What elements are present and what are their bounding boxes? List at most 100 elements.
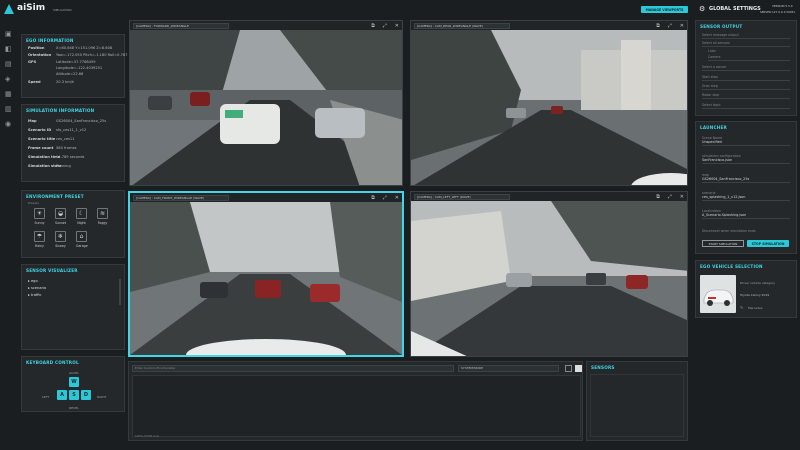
key-d[interactable]: D (81, 390, 91, 400)
car-icon (703, 289, 734, 306)
preset-label: Presets (28, 201, 39, 205)
layers-tool-icon[interactable]: ◈ (5, 75, 10, 83)
version-label: VERSION 5.5.0 (772, 4, 793, 8)
grid-tool-icon[interactable]: ▦ (5, 90, 12, 98)
sensor-output-field[interactable]: Select topic (702, 103, 790, 109)
screenshot-icon[interactable]: ⧉ (371, 23, 375, 29)
mode-select[interactable]: SYSTEM/MODE (458, 365, 559, 372)
vehicle-name: Toyota Camry 2019 (740, 293, 770, 297)
preset-foggy[interactable]: ≋ Foggy (97, 208, 108, 225)
close-icon[interactable]: ✕ (680, 23, 684, 29)
sensor-output-field[interactable]: Gnss step (702, 84, 790, 90)
camera-header: [CAMERA] : CAM_LEFT_LEFT (WAVE) ⧉ ⤢ ✕ (411, 192, 687, 201)
key-s[interactable]: S (69, 390, 79, 400)
expand-icon[interactable]: ⤢ (668, 23, 672, 29)
custom-env-input[interactable]: Enter Custom Env/Variable (132, 365, 454, 372)
rain-icon: ☂ (34, 231, 45, 242)
scrollbar[interactable] (119, 279, 121, 305)
sim-config-field[interactable]: simulation configuration SanFrancisco.jso… (702, 154, 790, 164)
preset-garage[interactable]: ⌂ Garage (76, 231, 88, 248)
camera-select[interactable]: [CAMERA] : CAM_REAR_WIDEANGLE (WAVE) (414, 22, 510, 29)
environment-preset-title: ENVIRONMENT PRESET (26, 194, 84, 199)
key-a[interactable]: A (57, 390, 67, 400)
preset-sunny[interactable]: ☀ Sunny (34, 208, 45, 225)
camera-header: [CAMERA] : CAM_REAR_WIDEANGLE (WAVE) ⧉ ⤢ ✕ (411, 21, 687, 30)
localization-field[interactable]: Localization A_Scenario.Splashing.json (702, 209, 790, 219)
console-toggle-icon[interactable] (565, 365, 572, 372)
simulation-information-title: SIMULATION INFORMATION (26, 108, 95, 113)
console-panel: Enter Custom Env/Variable SYSTEM/MODE SI… (128, 361, 583, 441)
camera-select[interactable]: [CAMERA] : CAM_LEFT_LEFT (WAVE) (414, 193, 510, 200)
expand-icon[interactable]: ⤢ (383, 195, 387, 201)
console-output (132, 375, 581, 437)
expand-icon[interactable]: ⤢ (383, 23, 387, 29)
camera-tool-icon[interactable]: ▣ (5, 30, 12, 38)
server-label: SERVER: (760, 10, 772, 14)
camera-header: [CAMERA] : FORWARD_WIDEANGLE ⧉ ⤢ ✕ (130, 21, 402, 30)
key-w[interactable]: W (69, 377, 79, 387)
accel-label: ACCEL (69, 371, 79, 375)
camera-view-4[interactable]: [CAMERA] : CAM_LEFT_LEFT (WAVE) ⧉ ⤢ ✕ (410, 191, 688, 357)
global-settings-title[interactable]: GLOBAL SETTINGS (709, 6, 761, 12)
camera-header: [CAMERA] : CAM_FRONT_WIDEANGLE (WAVE) ⧉ ⤢… (130, 193, 402, 202)
sim-row: Scenario titleces_ces11 (28, 137, 75, 141)
tree-item[interactable]: ▸ traffic (28, 293, 42, 297)
chart-tool-icon[interactable]: ▥ (5, 105, 12, 113)
map-tool-icon[interactable]: ▤ (5, 60, 12, 68)
camera-select[interactable]: [CAMERA] : CAM_FRONT_WIDEANGLE (WAVE) (133, 194, 229, 201)
camera-view-1[interactable]: [CAMERA] : FORWARD_WIDEANGLE ⧉ ⤢ ✕ (129, 20, 403, 186)
sensor-visualizer-panel: SENSOR VISUALIZER ▸ ego ▸ scenario ▸ tra… (21, 264, 125, 350)
sensor-output-field[interactable]: Select all sensors (702, 41, 790, 47)
car-tool-icon[interactable]: ◧ (5, 45, 12, 53)
sim-row: Simulation stateRunning (28, 164, 71, 168)
right-label: RIGHT (97, 395, 107, 399)
fog-icon: ≋ (97, 208, 108, 219)
scene-name-field[interactable]: Scene Name Unspecified (702, 136, 790, 146)
screenshot-icon[interactable]: ⧉ (656, 194, 660, 200)
disconnect-toggle[interactable]: Disconnect when simulation ends (702, 229, 790, 233)
sim-row: Frame count 580 frames (28, 146, 77, 150)
sensor-output-field[interactable]: Select a sensor (702, 65, 790, 71)
vehicle-category: Driver vehicle category (740, 281, 776, 285)
settings-tool-icon[interactable]: ◉ (5, 120, 11, 128)
screenshot-icon[interactable]: ⧉ (371, 195, 375, 201)
sensor-output-field[interactable]: Lidar (708, 49, 790, 53)
start-simulation-button[interactable]: START SIMULATION (702, 240, 744, 247)
keyboard-control-panel: KEYBOARD CONTROL ACCEL LEFT RIGHT DECEL … (21, 356, 125, 412)
camera-select[interactable]: [CAMERA] : FORWARD_WIDEANGLE (133, 22, 229, 29)
vehicle-edit-icon[interactable]: ✎ (740, 305, 743, 310)
keyboard-control-title: KEYBOARD CONTROL (26, 360, 79, 365)
launcher-title: LAUNCHER (700, 125, 727, 130)
preset-night[interactable]: ☾ Night (76, 208, 87, 225)
map-field[interactable]: map GS26004_SanFrancisco_25s (702, 173, 790, 183)
tree-item[interactable]: ▸ ego (28, 279, 38, 283)
sensor-output-field[interactable]: Camera (708, 55, 790, 61)
sensor-output-field[interactable]: Radar step (702, 93, 790, 99)
close-icon[interactable]: ✕ (395, 195, 399, 201)
sun-icon: ☀ (34, 208, 45, 219)
close-icon[interactable]: ✕ (680, 194, 684, 200)
sensor-output-field[interactable]: Select message output (702, 33, 790, 39)
preset-rainy[interactable]: ☂ Rainy (34, 231, 45, 248)
expand-icon[interactable]: ⤢ (668, 194, 672, 200)
stop-simulation-button[interactable]: STOP SIMULATION (747, 240, 789, 247)
sensors-panel: SENSORS (586, 361, 688, 441)
sensor-output-field[interactable]: Start step (702, 75, 790, 81)
camera-view-3[interactable]: [CAMERA] : CAM_FRONT_WIDEANGLE (WAVE) ⧉ ⤢… (128, 191, 404, 357)
ego-vehicle-selection-title: EGO VEHICLE SELECTION (700, 264, 763, 269)
preset-sunset[interactable]: ◒ Sunset (55, 208, 66, 225)
gear-icon[interactable]: ⚙ (699, 5, 705, 13)
tree-item[interactable]: ▸ scenario (28, 286, 46, 290)
preset-snowy[interactable]: ❄ Snowy (55, 231, 66, 248)
camera-view-2[interactable]: [CAMERA] : CAM_REAR_WIDEANGLE (WAVE) ⧉ ⤢ ✕ (410, 20, 688, 186)
sunset-icon: ◒ (55, 208, 66, 219)
close-icon[interactable]: ✕ (395, 23, 399, 29)
left-icon-rail: ▣ ◧ ▤ ◈ ▦ ▥ ◉ (0, 20, 20, 450)
ego-row: Speed 20.3 km/h (28, 80, 75, 84)
screenshot-icon[interactable]: ⧉ (656, 23, 660, 29)
sim-row: Simulation time14.789 seconds (28, 155, 85, 159)
scenario-field[interactable]: scenario ces_splashing_1_v12.json (702, 191, 790, 201)
manage-viewports-button[interactable]: MANAGE VIEWPORTS (641, 6, 688, 13)
vehicle-thumbnail[interactable] (700, 275, 736, 313)
console-clear-icon[interactable] (575, 365, 582, 372)
